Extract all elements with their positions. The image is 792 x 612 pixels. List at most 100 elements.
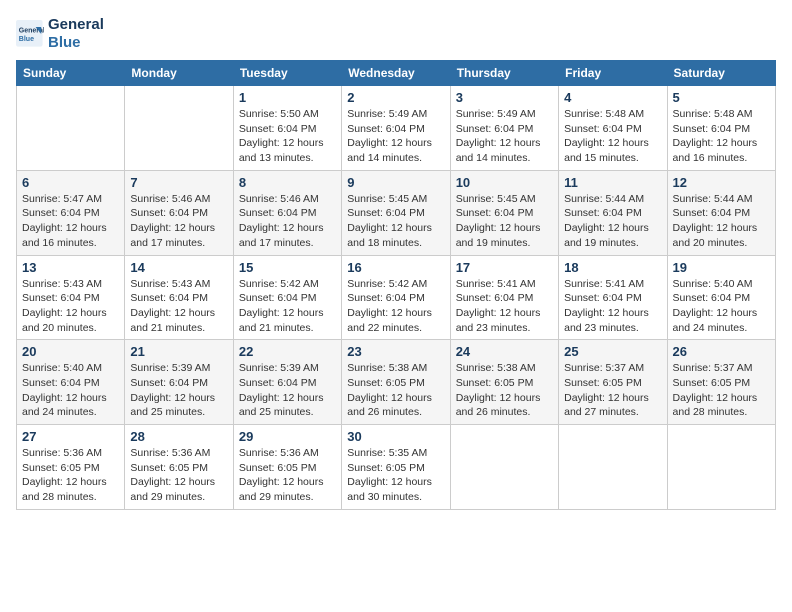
day-number: 16 — [347, 260, 444, 275]
calendar-cell: 3 Sunrise: 5:49 AM Sunset: 6:04 PM Daylig… — [450, 86, 558, 171]
day-number: 4 — [564, 90, 661, 105]
calendar-cell: 18 Sunrise: 5:41 AM Sunset: 6:04 PM Dayli… — [559, 255, 667, 340]
cell-text: Sunrise: 5:36 AM Sunset: 6:05 PM Dayligh… — [22, 446, 119, 505]
calendar-cell: 16 Sunrise: 5:42 AM Sunset: 6:04 PM Dayli… — [342, 255, 450, 340]
header-wednesday: Wednesday — [342, 61, 450, 86]
cell-text: Sunrise: 5:48 AM Sunset: 6:04 PM Dayligh… — [673, 107, 770, 166]
cell-text: Sunrise: 5:48 AM Sunset: 6:04 PM Dayligh… — [564, 107, 661, 166]
cell-text: Sunrise: 5:50 AM Sunset: 6:04 PM Dayligh… — [239, 107, 336, 166]
calendar-cell: 22 Sunrise: 5:39 AM Sunset: 6:04 PM Dayli… — [233, 340, 341, 425]
day-number: 11 — [564, 175, 661, 190]
cell-text: Sunrise: 5:41 AM Sunset: 6:04 PM Dayligh… — [456, 277, 553, 336]
day-number: 7 — [130, 175, 227, 190]
calendar-cell: 13Sunrise: 5:43 AM Sunset: 6:04 PM Dayli… — [17, 255, 125, 340]
calendar-cell: 8 Sunrise: 5:46 AM Sunset: 6:04 PM Daylig… — [233, 170, 341, 255]
calendar-header-row: SundayMondayTuesdayWednesdayThursdayFrid… — [17, 61, 776, 86]
week-row-5: 27 Sunrise: 5:36 AM Sunset: 6:05 PM Dayli… — [17, 425, 776, 510]
day-number: 13 — [22, 260, 119, 275]
cell-text: Sunrise: 5:39 AM Sunset: 6:04 PM Dayligh… — [130, 361, 227, 420]
calendar-cell: 12Sunrise: 5:44 AM Sunset: 6:04 PM Dayli… — [667, 170, 775, 255]
cell-text: Sunrise: 5:42 AM Sunset: 6:04 PM Dayligh… — [347, 277, 444, 336]
cell-text: Sunrise: 5:40 AM Sunset: 6:04 PM Dayligh… — [22, 361, 119, 420]
day-number: 2 — [347, 90, 444, 105]
calendar-cell — [667, 425, 775, 510]
calendar-cell: 14 Sunrise: 5:43 AM Sunset: 6:04 PM Dayli… — [125, 255, 233, 340]
header-thursday: Thursday — [450, 61, 558, 86]
calendar-table: SundayMondayTuesdayWednesdayThursdayFrid… — [16, 60, 776, 510]
cell-text: Sunrise: 5:40 AM Sunset: 6:04 PM Dayligh… — [673, 277, 770, 336]
cell-text: Sunrise: 5:39 AM Sunset: 6:04 PM Dayligh… — [239, 361, 336, 420]
cell-text: Sunrise: 5:46 AM Sunset: 6:04 PM Dayligh… — [130, 192, 227, 251]
calendar-cell: 17 Sunrise: 5:41 AM Sunset: 6:04 PM Dayli… — [450, 255, 558, 340]
day-number: 29 — [239, 429, 336, 444]
calendar-cell — [559, 425, 667, 510]
day-number: 17 — [456, 260, 553, 275]
cell-text: Sunrise: 5:35 AM Sunset: 6:05 PM Dayligh… — [347, 446, 444, 505]
cell-text: Sunrise: 5:42 AM Sunset: 6:04 PM Dayligh… — [239, 277, 336, 336]
logo-text: General Blue — [48, 16, 104, 52]
day-number: 24 — [456, 344, 553, 359]
calendar-cell: 26Sunrise: 5:37 AM Sunset: 6:05 PM Dayli… — [667, 340, 775, 425]
day-number: 10 — [456, 175, 553, 190]
calendar-cell: 24 Sunrise: 5:38 AM Sunset: 6:05 PM Dayli… — [450, 340, 558, 425]
calendar-cell: 11 Sunrise: 5:44 AM Sunset: 6:04 PM Dayli… — [559, 170, 667, 255]
day-number: 20 — [22, 344, 119, 359]
cell-text: Sunrise: 5:36 AM Sunset: 6:05 PM Dayligh… — [130, 446, 227, 505]
calendar-cell: 28 Sunrise: 5:36 AM Sunset: 6:05 PM Dayli… — [125, 425, 233, 510]
day-number: 15 — [239, 260, 336, 275]
header-friday: Friday — [559, 61, 667, 86]
cell-text: Sunrise: 5:49 AM Sunset: 6:04 PM Dayligh… — [456, 107, 553, 166]
cell-text: Sunrise: 5:43 AM Sunset: 6:04 PM Dayligh… — [130, 277, 227, 336]
day-number: 25 — [564, 344, 661, 359]
day-number: 18 — [564, 260, 661, 275]
day-number: 14 — [130, 260, 227, 275]
header-tuesday: Tuesday — [233, 61, 341, 86]
svg-text:Blue: Blue — [19, 36, 34, 43]
week-row-3: 13 Sunrise: 5:43 AM Sunset: 6:04 PM Dayli… — [17, 255, 776, 340]
week-row-2: 6Sunrise: 5:47 AM Sunset: 6:04 PM Daylig… — [17, 170, 776, 255]
cell-text: Sunrise: 5:45 AM Sunset: 6:04 PM Dayligh… — [347, 192, 444, 251]
day-number: 22 — [239, 344, 336, 359]
cell-text: Sunrise: 5:37 AM Sunset: 6:05 PM Dayligh… — [673, 361, 770, 420]
logo: General Blue General Blue — [16, 16, 104, 52]
calendar-cell: 19 Sunrise: 5:40 AM Sunset: 6:04 PM Dayli… — [667, 255, 775, 340]
cell-text: Sunrise: 5:44 AM Sunset: 6:04 PM Dayligh… — [564, 192, 661, 251]
calendar-cell: 9 Sunrise: 5:45 AM Sunset: 6:04 PM Daylig… — [342, 170, 450, 255]
day-number: 8 — [239, 175, 336, 190]
day-number: 9 — [347, 175, 444, 190]
calendar-cell: 23 Sunrise: 5:38 AM Sunset: 6:05 PM Dayli… — [342, 340, 450, 425]
calendar-cell: 20 Sunrise: 5:40 AM Sunset: 6:04 PM Dayli… — [17, 340, 125, 425]
cell-text: Sunrise: 5:44 AM Sunset: 6:04 PM Dayligh… — [673, 192, 770, 251]
calendar-cell: 2 Sunrise: 5:49 AM Sunset: 6:04 PM Daylig… — [342, 86, 450, 171]
cell-text: Sunrise: 5:49 AM Sunset: 6:04 PM Dayligh… — [347, 107, 444, 166]
cell-text: Sunrise: 5:38 AM Sunset: 6:05 PM Dayligh… — [456, 361, 553, 420]
cell-text: Sunrise: 5:37 AM Sunset: 6:05 PM Dayligh… — [564, 361, 661, 420]
week-row-1: 1 Sunrise: 5:50 AM Sunset: 6:04 PM Daylig… — [17, 86, 776, 171]
calendar-cell: 7 Sunrise: 5:46 AM Sunset: 6:04 PM Daylig… — [125, 170, 233, 255]
calendar-cell: 1 Sunrise: 5:50 AM Sunset: 6:04 PM Daylig… — [233, 86, 341, 171]
cell-text: Sunrise: 5:38 AM Sunset: 6:05 PM Dayligh… — [347, 361, 444, 420]
calendar-cell: 15 Sunrise: 5:42 AM Sunset: 6:04 PM Dayli… — [233, 255, 341, 340]
header-monday: Monday — [125, 61, 233, 86]
day-number: 3 — [456, 90, 553, 105]
day-number: 1 — [239, 90, 336, 105]
calendar-cell: 5Sunrise: 5:48 AM Sunset: 6:04 PM Daylig… — [667, 86, 775, 171]
header-saturday: Saturday — [667, 61, 775, 86]
calendar-cell: 4 Sunrise: 5:48 AM Sunset: 6:04 PM Daylig… — [559, 86, 667, 171]
day-number: 23 — [347, 344, 444, 359]
day-number: 28 — [130, 429, 227, 444]
logo-icon: General Blue — [16, 20, 44, 48]
day-number: 6 — [22, 175, 119, 190]
calendar-cell — [17, 86, 125, 171]
cell-text: Sunrise: 5:46 AM Sunset: 6:04 PM Dayligh… — [239, 192, 336, 251]
cell-text: Sunrise: 5:36 AM Sunset: 6:05 PM Dayligh… — [239, 446, 336, 505]
cell-text: Sunrise: 5:41 AM Sunset: 6:04 PM Dayligh… — [564, 277, 661, 336]
calendar-cell: 21Sunrise: 5:39 AM Sunset: 6:04 PM Dayli… — [125, 340, 233, 425]
week-row-4: 20 Sunrise: 5:40 AM Sunset: 6:04 PM Dayli… — [17, 340, 776, 425]
calendar-cell: 25 Sunrise: 5:37 AM Sunset: 6:05 PM Dayli… — [559, 340, 667, 425]
calendar-cell: 10Sunrise: 5:45 AM Sunset: 6:04 PM Dayli… — [450, 170, 558, 255]
day-number: 19 — [673, 260, 770, 275]
calendar-cell: 30Sunrise: 5:35 AM Sunset: 6:05 PM Dayli… — [342, 425, 450, 510]
day-number: 27 — [22, 429, 119, 444]
calendar-cell: 6Sunrise: 5:47 AM Sunset: 6:04 PM Daylig… — [17, 170, 125, 255]
